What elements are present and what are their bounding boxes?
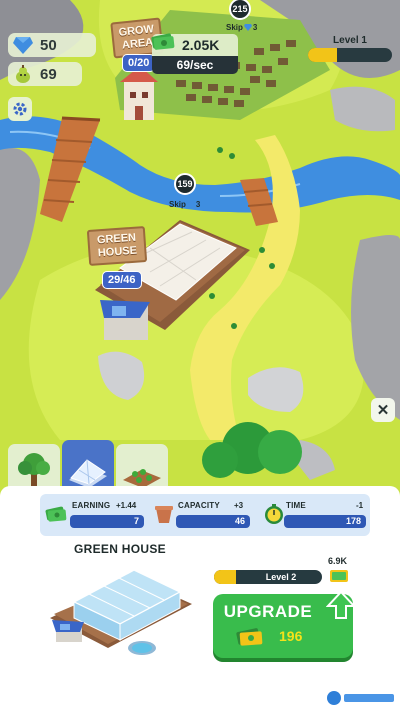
population-counter: 69	[8, 62, 82, 86]
tree-icon	[18, 453, 50, 488]
stat-earning-delta: +1.44	[116, 501, 137, 510]
stat-capacity-value: 46	[176, 515, 250, 528]
money-panel: 2.05K 69/sec	[151, 33, 238, 74]
stopwatch-icon	[265, 504, 283, 524]
cash-icon	[45, 506, 67, 522]
stat-time-label: TIME	[286, 501, 306, 510]
greenhouse-skip-button[interactable]: Skip 3	[169, 200, 200, 209]
crops-icon	[123, 469, 161, 488]
close-icon: ✕	[376, 402, 390, 419]
tab-crops[interactable]	[116, 444, 168, 490]
skip-label: Skip	[169, 200, 186, 209]
close-panel-button[interactable]: ✕	[371, 398, 395, 422]
gem-icon	[243, 24, 252, 31]
greenhouse-preview-image	[50, 569, 192, 655]
building-level-bar: Level 2	[214, 570, 322, 584]
stat-time-delta: -1	[356, 501, 364, 510]
building-title: GREEN HOUSE	[74, 542, 166, 556]
greenhouse-icon	[69, 459, 107, 488]
flower-pot-icon	[155, 506, 173, 523]
greenhouse-queue-count: 159	[174, 173, 196, 195]
gear-icon	[13, 102, 27, 116]
building-level-label: Level 2	[265, 572, 297, 582]
grow-area-skip-button[interactable]: Skip 3	[226, 23, 257, 32]
stat-earning-value: 7	[70, 515, 144, 528]
money-rate: 69/sec	[152, 56, 238, 74]
tab-tree[interactable]	[8, 444, 60, 490]
skip-cost: 3	[252, 23, 258, 32]
gems-value: 50	[40, 36, 57, 54]
cash-icon	[330, 570, 348, 582]
player-level: Level 1	[308, 35, 392, 62]
skip-label: Skip	[226, 23, 243, 32]
gem-icon	[13, 37, 33, 54]
player-level-bar	[308, 48, 392, 62]
greenhouse-sign[interactable]: GREEN HOUSE	[86, 226, 148, 266]
stat-earning: EARNING +1.44 7	[44, 498, 156, 532]
building-panel: EARNING +1.44 7 CAPACITY +3 46 TIME -1 1…	[0, 486, 400, 711]
tab-greenhouse[interactable]	[62, 440, 114, 490]
stat-capacity-delta: +3	[234, 501, 244, 510]
cash-icon	[236, 628, 263, 646]
stat-time-value: 178	[284, 515, 366, 528]
arrow-up-icon	[326, 590, 356, 619]
stat-earning-label: EARNING	[72, 501, 111, 510]
greenhouse-capacity: 29/46	[102, 271, 142, 289]
grow-area-capacity: 0/20	[122, 54, 156, 72]
upgrade-label: UPGRADE	[223, 602, 313, 621]
stat-time: TIME -1 178	[262, 498, 372, 532]
gems-counter: 50	[8, 33, 96, 57]
player-level-label: Level 1	[333, 35, 367, 46]
next-level-cost: 6.9K	[328, 556, 348, 566]
settings-button[interactable]	[8, 97, 32, 121]
stat-capacity-label: CAPACITY	[178, 501, 220, 510]
gem-icon	[186, 201, 195, 208]
pear-character-icon	[16, 65, 30, 83]
population-value: 69	[40, 65, 57, 83]
upgrade-cost: 196	[279, 628, 303, 644]
cash-icon	[151, 33, 175, 50]
watermark-logo	[324, 688, 398, 708]
stat-capacity: CAPACITY +3 46	[152, 498, 264, 532]
skip-cost: 3	[195, 200, 201, 209]
player-level-fill	[308, 48, 338, 62]
stats-bar: EARNING +1.44 7 CAPACITY +3 46 TIME -1 1…	[40, 494, 370, 536]
